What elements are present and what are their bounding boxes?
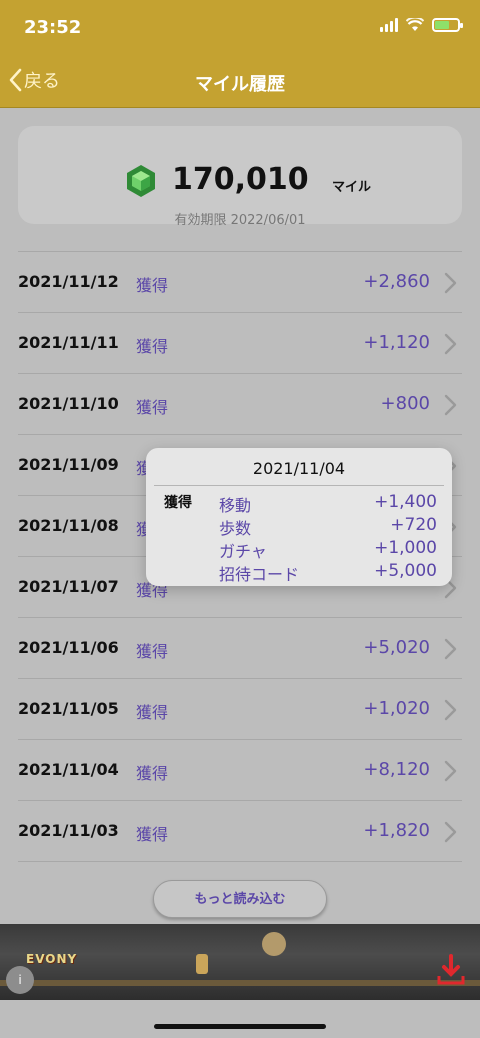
row-amount: +1,020 bbox=[363, 698, 430, 719]
row-date: 2021/11/08 bbox=[18, 516, 119, 535]
popup-date: 2021/11/04 bbox=[252, 459, 346, 478]
row-amount: +2,860 bbox=[363, 271, 430, 292]
row-date: 2021/11/09 bbox=[18, 455, 119, 474]
popup-item-amount: +5,000 bbox=[374, 561, 437, 581]
history-row[interactable]: 2021/11/03 獲得 +1,820 bbox=[18, 801, 462, 862]
popup-item-label: 招待コード bbox=[219, 565, 300, 584]
popup-item: ガチャ +1,000 bbox=[219, 538, 437, 561]
history-row[interactable]: 2021/11/06 獲得 +5,020 bbox=[18, 618, 462, 679]
row-type: 獲得 bbox=[136, 337, 169, 356]
row-date: 2021/11/04 bbox=[18, 760, 119, 779]
row-type: 獲得 bbox=[136, 276, 169, 295]
row-amount: +800 bbox=[380, 393, 430, 414]
download-icon[interactable] bbox=[436, 954, 466, 986]
ad-scene-decoration bbox=[196, 954, 208, 974]
row-date: 2021/11/05 bbox=[18, 699, 119, 718]
ad-scene-floor bbox=[0, 980, 480, 986]
status-icons bbox=[380, 18, 463, 32]
status-bar: 23:52 bbox=[0, 0, 480, 56]
row-type: 獲得 bbox=[136, 398, 169, 417]
home-indicator[interactable] bbox=[154, 1024, 326, 1029]
battery-icon bbox=[432, 18, 463, 32]
row-date: 2021/11/11 bbox=[18, 333, 119, 352]
history-row[interactable]: 2021/11/12 獲得 +2,860 bbox=[18, 252, 462, 313]
status-time: 23:52 bbox=[24, 17, 82, 38]
miles-unit: マイル bbox=[332, 180, 372, 195]
row-amount: +5,020 bbox=[363, 637, 430, 658]
row-date: 2021/11/10 bbox=[18, 394, 119, 413]
history-row[interactable]: 2021/11/04 獲得 +8,120 bbox=[18, 740, 462, 801]
ad-logo: EVONY bbox=[26, 952, 78, 966]
row-type: 獲得 bbox=[136, 764, 169, 783]
row-date: 2021/11/06 bbox=[18, 638, 119, 657]
popup-item-amount: +1,000 bbox=[374, 538, 437, 558]
ad-scene-decoration bbox=[262, 932, 286, 956]
chevron-right-icon bbox=[444, 272, 457, 294]
popup-item: 歩数 +720 bbox=[219, 515, 437, 538]
load-more-button[interactable]: もっと読み込む bbox=[153, 880, 327, 918]
row-date: 2021/11/03 bbox=[18, 821, 119, 840]
history-row[interactable]: 2021/11/10 獲得 +800 bbox=[18, 374, 462, 435]
popup-item-label: 移動 bbox=[219, 496, 252, 515]
history-row[interactable]: 2021/11/05 獲得 +1,020 bbox=[18, 679, 462, 740]
chevron-right-icon bbox=[444, 333, 457, 355]
popup-item-amount: +720 bbox=[390, 515, 437, 535]
row-type: 獲得 bbox=[136, 703, 169, 722]
chevron-right-icon bbox=[444, 699, 457, 721]
gem-icon bbox=[127, 165, 155, 197]
row-type: 獲得 bbox=[136, 642, 169, 661]
expiry-date: 有効期限 2022/06/01 bbox=[174, 213, 306, 228]
navigation-bar: 戻る マイル履歴 bbox=[0, 56, 480, 108]
chevron-right-icon bbox=[444, 638, 457, 660]
row-amount: +1,820 bbox=[363, 820, 430, 841]
miles-summary-card: 170,010 マイル 有効期限 2022/06/01 bbox=[18, 126, 462, 228]
miles-total: 170,010 bbox=[172, 162, 309, 197]
detail-popup: 2021/11/04 獲得 移動 +1,400 歩数 +720 ガチャ +1,0… bbox=[146, 448, 452, 586]
popup-type: 獲得 bbox=[164, 495, 192, 511]
bottom-area bbox=[0, 1000, 480, 1038]
cellular-signal-icon bbox=[380, 18, 398, 32]
popup-divider bbox=[154, 485, 444, 486]
row-date: 2021/11/12 bbox=[18, 272, 119, 291]
popup-item-label: 歩数 bbox=[219, 519, 252, 538]
row-type: 獲得 bbox=[136, 825, 169, 844]
row-amount: +1,120 bbox=[363, 332, 430, 353]
ad-banner[interactable]: EVONY i bbox=[0, 924, 480, 1000]
popup-item: 招待コード +5,000 bbox=[219, 561, 437, 584]
chevron-right-icon bbox=[444, 394, 457, 416]
row-date: 2021/11/07 bbox=[18, 577, 119, 596]
chevron-right-icon bbox=[444, 821, 457, 843]
history-row[interactable]: 2021/11/11 獲得 +1,120 bbox=[18, 313, 462, 374]
ad-info-icon[interactable]: i bbox=[6, 966, 34, 994]
popup-item-amount: +1,400 bbox=[374, 492, 437, 512]
chevron-right-icon bbox=[444, 760, 457, 782]
page-title: マイル履歴 bbox=[195, 74, 285, 95]
popup-item-label: ガチャ bbox=[219, 542, 267, 561]
popup-item: 移動 +1,400 bbox=[219, 492, 437, 515]
wifi-icon bbox=[406, 18, 424, 31]
row-amount: +8,120 bbox=[363, 759, 430, 780]
